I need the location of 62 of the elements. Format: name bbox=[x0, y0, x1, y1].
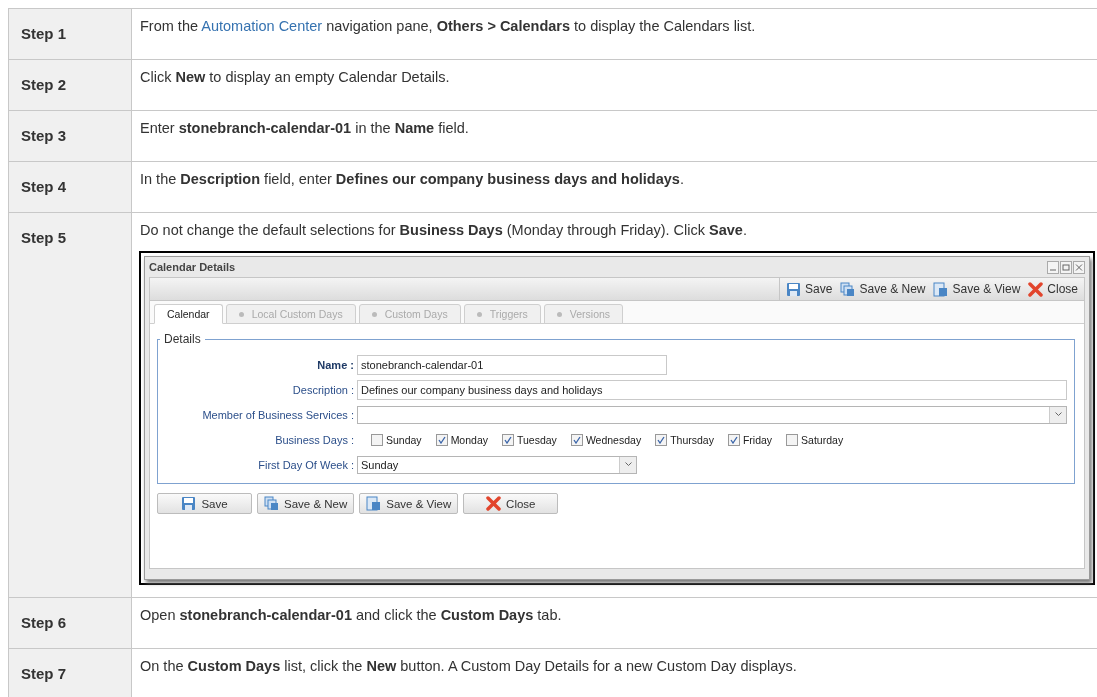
checkmark-icon bbox=[657, 435, 666, 444]
checkbox-option[interactable]: Sunday bbox=[371, 430, 422, 449]
step-instruction: From the Automation Center navigation pane, Others > Calendars to display the Calendars list. bbox=[140, 17, 757, 35]
checkbox-option[interactable]: Tuesday bbox=[502, 430, 557, 449]
checkbox-option[interactable]: Wednesday bbox=[570, 430, 642, 449]
close-icon[interactable] bbox=[1073, 260, 1085, 274]
checkbox-option[interactable]: Friday bbox=[727, 430, 773, 449]
minimize-icon[interactable] bbox=[1047, 260, 1059, 274]
checkmark-icon bbox=[572, 435, 581, 444]
toolbar-button[interactable]: Save & View bbox=[933, 281, 1021, 297]
group-title: Details bbox=[163, 331, 202, 348]
field-label: Member of Business Services : bbox=[201, 407, 355, 423]
stacked-pages-icon bbox=[840, 281, 856, 297]
document-icon bbox=[366, 496, 382, 511]
step-instruction: On the Custom Days list, click the New button. A Custom Day Details for a new Custom Day displays. bbox=[140, 657, 798, 675]
toolbar-button[interactable]: Save & New bbox=[840, 281, 926, 297]
text-field[interactable]: stonebranch-calendar-01 bbox=[357, 354, 667, 375]
form-button[interactable]: Save bbox=[157, 493, 252, 514]
form-button[interactable]: Save & New bbox=[257, 493, 355, 514]
checkbox-option[interactable]: Saturday bbox=[786, 430, 844, 449]
step-instruction: Click New to display an empty Calendar Details. bbox=[140, 68, 451, 86]
chevron-down-icon bbox=[624, 462, 632, 467]
step-label: Step 5 bbox=[9, 213, 132, 598]
step-instruction: Do not change the default selections for Business Days (Monday through Friday). Click Save. bbox=[140, 221, 748, 239]
checkbox-option[interactable]: Thursday bbox=[655, 430, 714, 449]
checkmark-icon bbox=[729, 435, 738, 444]
step-instruction: In the Description field, enter Defines our company business days and holidays. bbox=[140, 170, 685, 188]
close-icon bbox=[486, 496, 502, 511]
maximize-icon[interactable] bbox=[1060, 260, 1072, 274]
document-icon bbox=[933, 281, 949, 297]
step-label: Step 3 bbox=[9, 111, 132, 162]
dropdown-field[interactable] bbox=[357, 405, 1067, 424]
step-instruction: Open stonebranch-calendar-01 and click the Custom Days tab. bbox=[140, 606, 563, 624]
tab[interactable]: Calendar bbox=[154, 304, 223, 324]
step-label: Step 2 bbox=[9, 60, 132, 111]
window-title: Calendar Details bbox=[149, 260, 236, 275]
step-instruction: Enter stonebranch-calendar-01 in the Name field. bbox=[140, 119, 470, 137]
dot-icon bbox=[238, 311, 244, 317]
form-button[interactable]: Save & View bbox=[359, 493, 459, 514]
text-field[interactable]: Defines our company business days and holidays bbox=[357, 379, 1067, 400]
checkmark-icon bbox=[437, 435, 446, 444]
step-label: Step 1 bbox=[9, 9, 132, 60]
form-button[interactable]: Close bbox=[463, 493, 559, 514]
toolbar-button[interactable]: Close bbox=[1028, 281, 1078, 297]
dot-icon bbox=[556, 311, 562, 317]
step-label: Step 6 bbox=[9, 598, 132, 649]
checkbox-option[interactable]: Monday bbox=[435, 430, 488, 449]
field-label: Name : bbox=[316, 357, 355, 373]
field-label: Business Days : bbox=[274, 432, 355, 448]
field-label: First Day Of Week : bbox=[257, 457, 355, 473]
field-label: Description : bbox=[291, 382, 355, 398]
link[interactable]: Automation Center bbox=[201, 18, 323, 34]
step-label: Step 4 bbox=[9, 162, 132, 213]
chevron-down-icon bbox=[1054, 412, 1062, 417]
step-label: Step 7 bbox=[9, 649, 132, 697]
close-icon bbox=[1028, 281, 1044, 297]
dropdown-field[interactable]: Sunday bbox=[357, 455, 637, 474]
dot-icon bbox=[371, 311, 377, 317]
checkmark-icon bbox=[504, 435, 512, 444]
dot-icon bbox=[476, 311, 482, 317]
toolbar-button[interactable]: Save bbox=[786, 281, 833, 297]
stacked-pages-icon bbox=[264, 496, 279, 511]
